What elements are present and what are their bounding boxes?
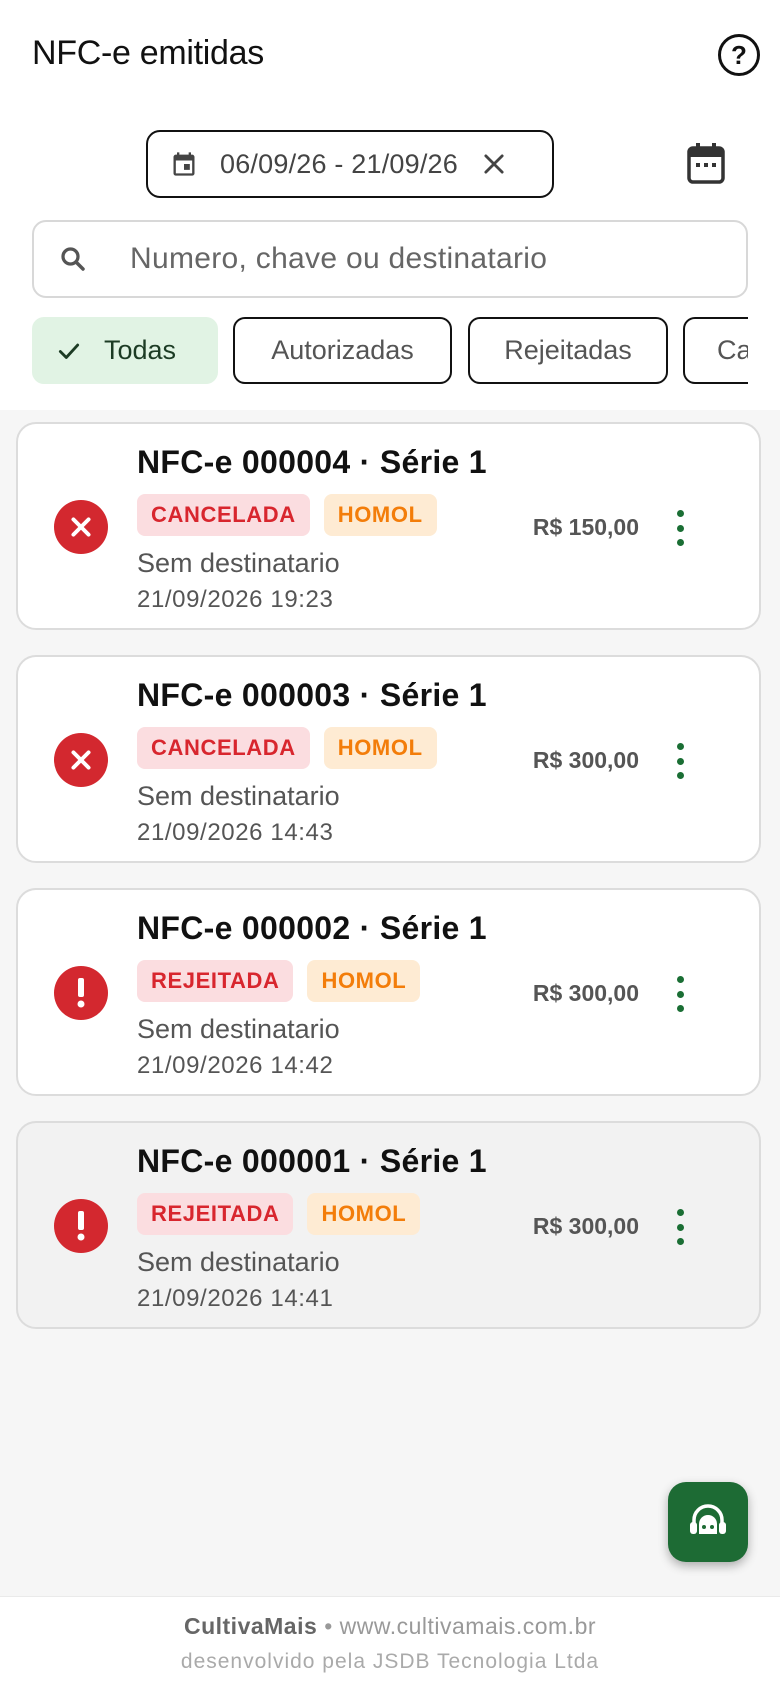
date-range-text: 06/09/26 - 21/09/26	[220, 148, 458, 179]
invoice-amount: R$ 300,00	[532, 747, 639, 773]
check-icon	[58, 343, 80, 359]
invoice-card[interactable]: NFC-e 000003 · Série 1 CANCELADA HOMOL S…	[16, 655, 761, 863]
invoice-badges: CANCELADA HOMOL	[137, 494, 437, 536]
chip-todas[interactable]: Todas	[32, 317, 218, 384]
status-badge: REJEITADA	[137, 960, 294, 1002]
invoice-recipient: Sem destinatario	[137, 1014, 340, 1044]
alert-circle-icon	[54, 1199, 108, 1253]
chip-label: Rejeitadas	[504, 335, 632, 365]
invoice-card[interactable]: NFC-e 000004 · Série 1 CANCELADA HOMOL S…	[16, 422, 761, 630]
chip-autorizadas[interactable]: Autorizadas	[233, 317, 452, 384]
invoice-badges: REJEITADA HOMOL	[137, 1193, 421, 1235]
invoice-card[interactable]: NFC-e 000001 · Série 1 REJEITADA HOMOL S…	[16, 1121, 761, 1329]
help-icon[interactable]: ?	[718, 34, 760, 76]
search-placeholder: Numero, chave ou destinatario	[130, 242, 548, 275]
more-options-icon[interactable]	[668, 510, 692, 546]
invoice-datetime: 21/09/2026 19:23	[137, 586, 334, 613]
headset-support-icon	[690, 1504, 726, 1534]
invoice-title: NFC-e 000004 · Série 1	[137, 444, 487, 480]
more-options-icon[interactable]	[668, 1209, 692, 1245]
date-range-field[interactable]: 06/09/26 - 21/09/26	[146, 130, 554, 198]
environment-badge: HOMOL	[307, 960, 421, 1002]
status-badge: REJEITADA	[137, 1193, 294, 1235]
invoice-recipient: Sem destinatario	[137, 781, 340, 811]
support-button[interactable]	[668, 1482, 748, 1562]
search-icon	[61, 247, 85, 271]
invoice-amount: R$ 150,00	[532, 514, 639, 540]
environment-badge: HOMOL	[307, 1193, 421, 1235]
more-options-icon[interactable]	[668, 743, 692, 779]
x-circle-icon	[54, 733, 108, 787]
x-circle-icon	[54, 500, 108, 554]
footer-developer: desenvolvido pela JSDB Tecnologia Ltda	[180, 1650, 600, 1673]
chip-label: Todas	[104, 335, 177, 365]
top-panel: NFC-e emitidas ? 06/09/26 - 21/09/26 Num…	[0, 0, 780, 410]
invoice-title: NFC-e 000001 · Série 1	[137, 1143, 487, 1179]
invoice-card[interactable]: NFC-e 000002 · Série 1 REJEITADA HOMOL S…	[16, 888, 761, 1096]
invoice-recipient: Sem destinatario	[137, 548, 340, 578]
invoice-badges: CANCELADA HOMOL	[137, 727, 437, 769]
chip-label: Ca	[717, 335, 748, 365]
chip-canceladas[interactable]: Ca	[683, 317, 748, 384]
invoice-amount: R$ 300,00	[532, 980, 639, 1006]
chip-rejeitadas[interactable]: Rejeitadas	[468, 317, 668, 384]
footer-line: CultivaMais • www.cultivamais.com.br	[0, 1613, 780, 1640]
invoice-datetime: 21/09/2026 14:42	[137, 1052, 334, 1079]
filter-chips: Todas Autorizadas Rejeitadas Ca	[32, 317, 748, 385]
clear-date-icon[interactable]	[480, 150, 508, 178]
invoice-datetime: 21/09/2026 14:43	[137, 819, 334, 846]
invoice-badges: REJEITADA HOMOL	[137, 960, 421, 1002]
environment-badge: HOMOL	[323, 494, 437, 536]
search-input[interactable]: Numero, chave ou destinatario	[32, 220, 748, 298]
footer-separator: •	[324, 1613, 340, 1639]
page-title: NFC-e emitidas	[32, 34, 264, 72]
status-badge: CANCELADA	[137, 494, 310, 536]
footer-brand: CultivaMais	[183, 1613, 318, 1639]
invoice-datetime: 21/09/2026 14:41	[137, 1285, 334, 1312]
calendar-icon	[173, 152, 195, 176]
invoice-amount: R$ 300,00	[532, 1213, 639, 1239]
invoice-title: NFC-e 000003 · Série 1	[137, 677, 487, 713]
footer-site[interactable]: www.cultivamais.com.br	[340, 1613, 596, 1639]
calendar-picker-icon[interactable]	[686, 142, 726, 186]
status-badge: CANCELADA	[137, 727, 310, 769]
invoice-recipient: Sem destinatario	[137, 1247, 340, 1277]
alert-circle-icon	[54, 966, 108, 1020]
more-options-icon[interactable]	[668, 976, 692, 1012]
invoice-title: NFC-e 000002 · Série 1	[137, 910, 487, 946]
footer: CultivaMais • www.cultivamais.com.br des…	[0, 1596, 780, 1688]
environment-badge: HOMOL	[323, 727, 437, 769]
chip-label: Autorizadas	[271, 335, 414, 365]
